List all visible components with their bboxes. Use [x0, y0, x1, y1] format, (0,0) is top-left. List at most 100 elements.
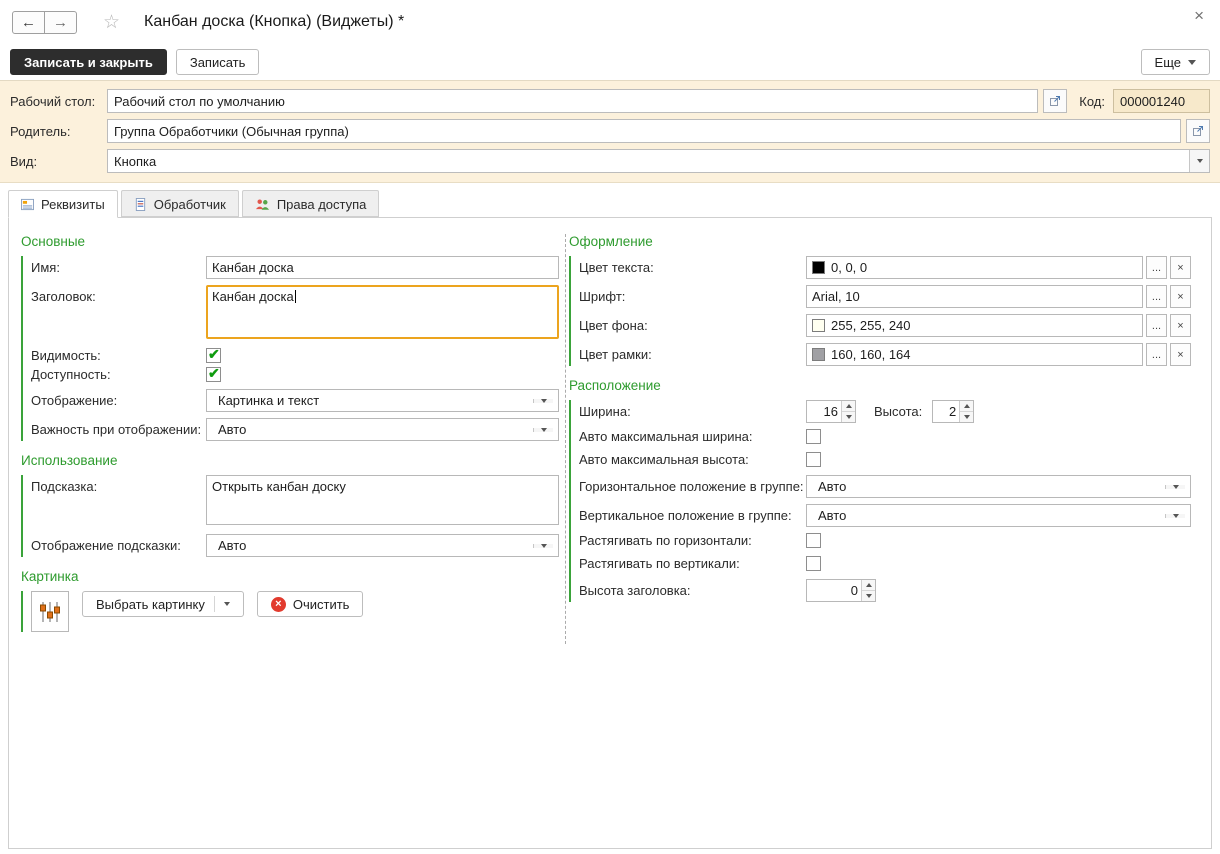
desktop-field[interactable]: Рабочий стол по умолчанию [107, 89, 1038, 113]
parent-open-button[interactable] [1186, 119, 1210, 143]
text-color-clear-button[interactable]: × [1170, 256, 1191, 279]
section-title-usage: Использование [21, 453, 569, 468]
height-spin-up[interactable] [960, 401, 973, 411]
caption-height-spin-down[interactable] [862, 590, 875, 601]
border-color-clear-button[interactable]: × [1170, 343, 1191, 366]
font-row: Шрифт: Arial, 10 ... × [579, 285, 1195, 308]
favorite-star-icon[interactable]: ☆ [103, 11, 120, 34]
save-label: Записать [190, 55, 246, 70]
height-stepper[interactable]: 2 [932, 400, 974, 423]
group-basic: Имя: Канбан доска Заголовок: Канбан доск… [21, 256, 569, 441]
stretch-h-checkbox[interactable] [806, 533, 821, 548]
height-value: 2 [933, 401, 959, 422]
parent-row: Родитель: Группа Обработчики (Обычная гр… [10, 119, 1210, 143]
forward-button[interactable]: → [44, 11, 77, 34]
text-color-field[interactable]: 0, 0, 0 [806, 256, 1143, 279]
auto-max-width-row: Авто максимальная ширина: [579, 429, 1195, 444]
tooltip-display-dropdown-button[interactable] [533, 544, 553, 548]
font-field[interactable]: Arial, 10 [806, 285, 1143, 308]
open-icon [1192, 125, 1204, 137]
display-dropdown-button[interactable] [533, 399, 553, 403]
group-usage: Подсказка: Открыть канбан доску Отображе… [21, 475, 569, 557]
h-position-select[interactable]: Авто [806, 475, 1191, 498]
v-position-dropdown-button[interactable] [1165, 514, 1185, 518]
forward-icon: → [53, 14, 68, 31]
auto-max-width-label: Авто максимальная ширина: [579, 429, 806, 444]
caption-height-row: Высота заголовка: 0 [579, 579, 1195, 602]
chevron-down-icon [1173, 485, 1179, 489]
importance-dropdown-button[interactable] [533, 428, 553, 432]
name-input[interactable]: Канбан доска [206, 256, 559, 279]
tab-handler[interactable]: Обработчик [121, 190, 239, 217]
section-title-basic: Основные [21, 234, 569, 249]
parent-value: Группа Обработчики (Обычная группа) [114, 124, 349, 139]
tab-content: Основные Имя: Канбан доска Заголовок: Ка… [8, 217, 1212, 849]
form-icon [21, 198, 34, 211]
availability-row: Доступность: [31, 367, 569, 382]
spin-down-icon [866, 594, 872, 598]
stretch-v-checkbox[interactable] [806, 556, 821, 571]
tooltip-row: Подсказка: Открыть канбан доску [31, 475, 569, 525]
h-position-dropdown-button[interactable] [1165, 485, 1185, 489]
v-position-select[interactable]: Авто [806, 504, 1191, 527]
width-label: Ширина: [579, 404, 806, 419]
tab-access-rights[interactable]: Права доступа [242, 190, 380, 217]
parent-field[interactable]: Группа Обработчики (Обычная группа) [107, 119, 1181, 143]
tooltip-textarea[interactable]: Открыть канбан доску [206, 475, 559, 525]
caption-height-spin-up[interactable] [862, 580, 875, 590]
tooltip-display-select[interactable]: Авто [206, 534, 559, 557]
chevron-down-icon [224, 602, 230, 606]
caption-textarea[interactable]: Канбан доска [206, 285, 559, 339]
select-picture-button[interactable]: Выбрать картинку [82, 591, 244, 617]
left-column: Основные Имя: Канбан доска Заголовок: Ка… [21, 222, 569, 632]
back-color-picker-button[interactable]: ... [1146, 314, 1167, 337]
auto-max-height-row: Авто максимальная высота: [579, 452, 1195, 467]
importance-row: Важность при отображении: Авто [31, 418, 569, 441]
text-color-picker-button[interactable]: ... [1146, 256, 1167, 279]
width-stepper[interactable]: 16 [806, 400, 856, 423]
back-color-clear-button[interactable]: × [1170, 314, 1191, 337]
auto-max-height-checkbox[interactable] [806, 452, 821, 467]
spin-up-icon [846, 404, 852, 408]
font-value: Arial, 10 [812, 289, 860, 304]
h-position-value: Авто [812, 479, 1165, 494]
tooltip-display-row: Отображение подсказки: Авто [31, 534, 569, 557]
stretch-h-row: Растягивать по горизонтали: [579, 533, 1195, 548]
text-color-label: Цвет текста: [579, 260, 806, 275]
close-icon[interactable]: × [1190, 6, 1208, 26]
tooltip-value: Открыть канбан доску [212, 479, 346, 494]
width-spin-up[interactable] [842, 401, 855, 411]
text-color-row: Цвет текста: 0, 0, 0 ... × [579, 256, 1195, 279]
importance-select[interactable]: Авто [206, 418, 559, 441]
border-color-field[interactable]: 160, 160, 164 [806, 343, 1143, 366]
desktop-value: Рабочий стол по умолчанию [114, 94, 285, 109]
back-button[interactable]: ← [12, 11, 45, 34]
save-button[interactable]: Записать [176, 49, 260, 75]
width-spin-down[interactable] [842, 411, 855, 422]
save-and-close-button[interactable]: Записать и закрыть [10, 49, 167, 75]
caption-height-stepper[interactable]: 0 [806, 579, 876, 602]
back-color-field[interactable]: 255, 255, 240 [806, 314, 1143, 337]
height-spin-down[interactable] [960, 411, 973, 422]
font-clear-button[interactable]: × [1170, 285, 1191, 308]
title-bar: ← → ☆ Канбан доска (Кнопка) (Виджеты) * … [0, 0, 1220, 44]
more-button[interactable]: Еще [1141, 49, 1210, 75]
stretch-h-label: Растягивать по горизонтали: [579, 533, 806, 548]
desktop-open-button[interactable] [1043, 89, 1067, 113]
v-position-value: Авто [812, 508, 1165, 523]
font-picker-button[interactable]: ... [1146, 285, 1167, 308]
kind-select[interactable]: Кнопка [107, 149, 1210, 173]
chevron-down-icon [541, 544, 547, 548]
border-color-picker-button[interactable]: ... [1146, 343, 1167, 366]
back-color-value: 255, 255, 240 [831, 318, 911, 333]
color-swatch [812, 319, 825, 332]
tooltip-display-value: Авто [212, 538, 533, 553]
availability-label: Доступность: [31, 367, 206, 382]
visibility-checkbox[interactable] [206, 348, 221, 363]
auto-max-width-checkbox[interactable] [806, 429, 821, 444]
kind-dropdown-button[interactable] [1189, 150, 1209, 172]
clear-picture-button[interactable]: × Очистить [257, 591, 364, 617]
display-select[interactable]: Картинка и текст [206, 389, 559, 412]
tab-attributes[interactable]: Реквизиты [8, 190, 118, 218]
availability-checkbox[interactable] [206, 367, 221, 382]
